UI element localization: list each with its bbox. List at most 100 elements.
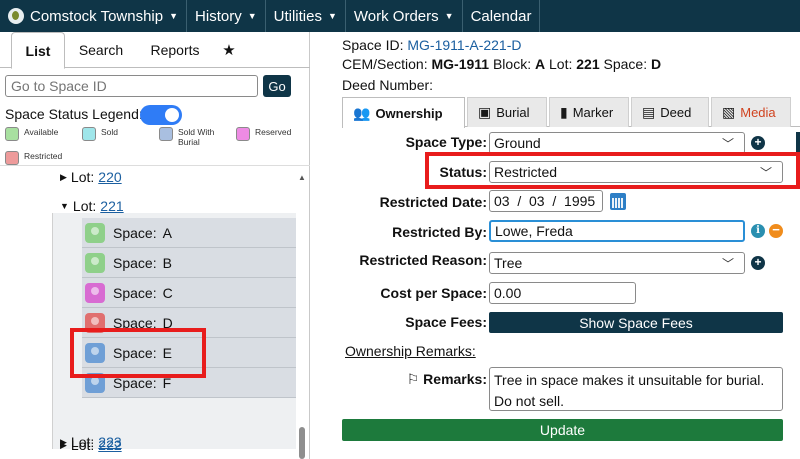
- space-id-value: MG-1911-A-221-D: [407, 37, 522, 53]
- map-pin-icon: [85, 252, 105, 273]
- restricted-reason-value: Tree: [494, 255, 523, 271]
- chevron-down-icon: ▼: [327, 11, 337, 21]
- caret-down-icon: ▼: [60, 201, 69, 211]
- legend-label: Sold With Burial: [178, 127, 215, 147]
- space-prefix: Space:: [113, 284, 157, 301]
- cost-input[interactable]: 0.00: [489, 282, 636, 304]
- tab-marker[interactable]: ▮ Marker: [549, 97, 629, 127]
- tree-lot-223[interactable]: ▶ Lot: 223: [60, 428, 122, 456]
- tab-favorites[interactable]: ★: [216, 32, 242, 68]
- remarks-label: Remarks:: [423, 371, 487, 387]
- image-file-icon: ▧: [722, 104, 736, 120]
- tab-label: Deed: [660, 105, 692, 120]
- add-reason-icon[interactable]: +: [751, 256, 765, 270]
- legend-swatch: [5, 151, 19, 165]
- add-space-type-icon[interactable]: +: [751, 136, 765, 150]
- tree-lot-220[interactable]: ▶ Lot: 220: [60, 166, 122, 191]
- restricted-by-input[interactable]: Lowe, Freda: [489, 220, 745, 242]
- map-pin-icon: [85, 282, 105, 303]
- space-letter: A: [162, 224, 172, 241]
- cem-section-value: MG-1911: [431, 56, 490, 72]
- deed-number-line: Deed Number:: [342, 77, 433, 93]
- lot-link[interactable]: 221: [100, 198, 123, 214]
- nav-history[interactable]: History ▼: [187, 0, 266, 32]
- legend-swatch: [236, 127, 250, 141]
- restricted-date-value: 03 / 03 / 1995: [494, 193, 596, 209]
- tab-media[interactable]: ▧ Media: [711, 97, 791, 127]
- tab-label: Burial: [496, 105, 530, 120]
- restricted-date-input[interactable]: 03 / 03 / 1995: [489, 190, 603, 212]
- lot-prefix: Lot:: [70, 434, 95, 450]
- legend-restricted: Restricted: [5, 151, 62, 165]
- tree-space-b[interactable]: Space: B: [82, 248, 296, 278]
- location-line: CEM/Section: MG-1911 Block: A Lot: 221 S…: [342, 56, 661, 72]
- tree-space-a[interactable]: Space: A: [82, 218, 296, 248]
- show-space-fees-button[interactable]: Show Space Fees: [489, 312, 783, 333]
- space-type-label: Space Type:: [405, 134, 487, 150]
- go-button[interactable]: Go: [263, 75, 291, 97]
- update-button[interactable]: Update: [342, 419, 783, 441]
- calendar-icon[interactable]: [610, 193, 626, 210]
- legend-toggle[interactable]: [140, 105, 182, 125]
- nav-utilities[interactable]: Utilities ▼: [266, 0, 346, 32]
- lot-link[interactable]: 223: [98, 434, 121, 450]
- legend-label: Reserved: [255, 127, 292, 137]
- left-panel: List Search Reports ★ Go Space Status Le…: [0, 32, 310, 459]
- legend-sold: Sold: [82, 127, 118, 141]
- tab-label: Marker: [572, 105, 614, 120]
- document-icon: ▤: [642, 104, 656, 120]
- nav-label: Calendar: [470, 7, 532, 25]
- nav-calendar[interactable]: Calendar: [463, 0, 541, 32]
- lot-link[interactable]: 220: [98, 169, 121, 185]
- chevron-down-icon: ﹀: [721, 137, 734, 151]
- deed-number-label: Deed Number:: [342, 77, 434, 93]
- info-icon[interactable]: i: [751, 224, 765, 238]
- scroll-thumb[interactable]: [299, 427, 305, 459]
- highlight-box-status: [425, 152, 800, 189]
- chevron-down-icon: ▼: [247, 11, 257, 21]
- legend-swatch: [159, 127, 173, 141]
- scroll-up-icon[interactable]: ▲: [298, 173, 306, 182]
- space-id-input[interactable]: [5, 75, 258, 97]
- tab-deed[interactable]: ▤ Deed: [631, 97, 709, 127]
- restricted-by-label: Restricted By:: [392, 224, 487, 240]
- tab-search[interactable]: Search: [70, 32, 132, 68]
- tree-scrollbar[interactable]: ▲: [297, 165, 307, 459]
- caret-right-icon: ▶: [60, 436, 67, 447]
- block-value: A: [534, 56, 546, 72]
- tab-label: Ownership: [375, 105, 443, 121]
- fees-label: Space Fees:: [405, 314, 487, 330]
- space-type-value: Ground: [494, 135, 541, 151]
- tree-space-c[interactable]: Space: C: [82, 278, 296, 308]
- township-logo-icon: [8, 8, 24, 24]
- legend-swatch: [82, 127, 96, 141]
- caret-right-icon: ▶: [60, 171, 67, 182]
- space-type-select[interactable]: Ground ﹀: [489, 132, 745, 154]
- ownership-remarks-heading: Ownership Remarks:: [345, 343, 476, 359]
- remarks-line: Tree in space makes it unsuitable for bu…: [494, 372, 765, 388]
- space-label: Space:: [603, 56, 648, 72]
- tab-list[interactable]: List: [11, 32, 65, 69]
- nav-label: Utilities: [273, 7, 322, 25]
- tab-ownership[interactable]: 👥 Ownership: [342, 97, 465, 128]
- legend-sold-with-burial: Sold With Burial: [159, 127, 235, 147]
- legend-swatch: [5, 127, 19, 141]
- nav-label: Work Orders: [353, 7, 439, 25]
- space-letter: B: [162, 254, 172, 271]
- users-icon: 👥: [353, 104, 371, 121]
- remarks-textarea[interactable]: Tree in space makes it unsuitable for bu…: [489, 367, 783, 411]
- nav-work-orders[interactable]: Work Orders ▼: [346, 0, 463, 32]
- remove-icon[interactable]: −: [769, 223, 783, 238]
- legend-label: Sold: [101, 127, 119, 137]
- headstone-icon: ▮: [560, 104, 568, 120]
- flag-icon: ⚐: [406, 371, 420, 387]
- lot-label: Lot:: [549, 56, 573, 72]
- tab-burial[interactable]: ▣ Burial: [467, 97, 547, 127]
- nav-comstock-township[interactable]: Comstock Township ▼: [30, 0, 188, 32]
- restricted-reason-select[interactable]: Tree ﹀: [489, 252, 745, 274]
- space-prefix: Space:: [113, 254, 157, 271]
- detail-panel: Space ID: MG-1911-A-221-D CEM/Section: M…: [311, 32, 800, 459]
- lot-value: 221: [576, 56, 600, 72]
- highlight-box-space-d: [70, 328, 206, 378]
- tab-reports[interactable]: Reports: [138, 32, 212, 68]
